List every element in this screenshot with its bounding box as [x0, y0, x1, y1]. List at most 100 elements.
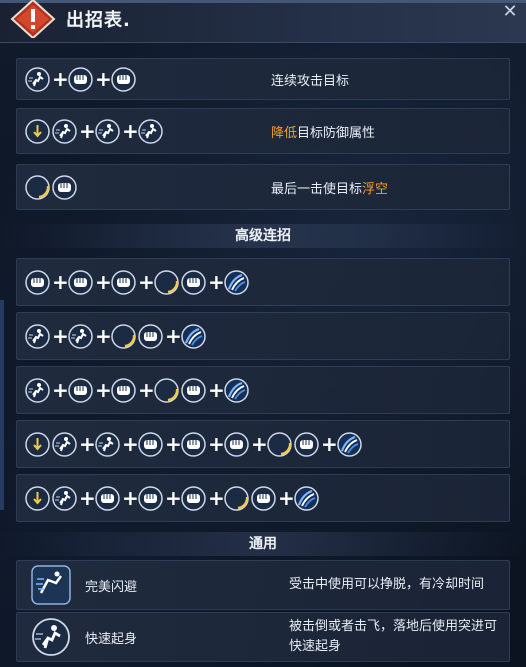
- page-title: 出招表.: [66, 10, 131, 31]
- fist-icon: [95, 485, 120, 511]
- general-skill-row: 完美闪避 受击中使用可以挣脱，有冷却时间: [16, 560, 510, 610]
- plus-sign: +: [52, 270, 69, 294]
- sweep-arc-icon: [154, 269, 179, 295]
- description-text: 连续攻击目标: [271, 73, 350, 89]
- dash-icon: [138, 118, 163, 144]
- general-skill-row: 快速起身 被击倒或者击飞，落地后使用突进可快速起身: [16, 612, 510, 662]
- dash-icon: [25, 323, 50, 349]
- combo-sequence: + + + + + +: [25, 421, 362, 467]
- close-icon[interactable]: ✕: [500, 2, 520, 22]
- dash-icon: [52, 485, 77, 511]
- plus-sign: +: [138, 378, 155, 402]
- fist-icon: [251, 485, 276, 511]
- plus-sign: +: [95, 270, 112, 294]
- combo-sequence: [25, 165, 77, 209]
- plus-sign: +: [321, 432, 338, 456]
- plus-sign: +: [138, 270, 155, 294]
- slash-wave-icon: [294, 485, 319, 511]
- dash-icon: [25, 66, 50, 92]
- skill-description: 被击倒或者击飞，落地后使用突进可快速起身: [289, 619, 498, 654]
- fist-icon: [138, 323, 163, 349]
- highlight-text: 降低: [271, 125, 298, 141]
- plus-sign: +: [79, 432, 96, 456]
- plus-sign: +: [278, 486, 295, 510]
- combo-sequence: + + + + +: [25, 475, 319, 521]
- fist-icon: [68, 269, 93, 295]
- skill-description: 受击中使用可以挣脱，有冷却时间: [289, 577, 485, 592]
- down-arrow-icon: [25, 485, 50, 511]
- highlight-text: 浮空: [362, 181, 389, 197]
- fist-icon: [138, 431, 163, 457]
- quick-recovery-icon: [31, 617, 71, 657]
- sweep-arc-icon: [25, 174, 50, 200]
- fist-icon: [138, 485, 163, 511]
- dash-icon: [68, 323, 93, 349]
- slash-wave-icon: [337, 431, 362, 457]
- dash-icon: [52, 118, 77, 144]
- plus-sign: +: [208, 270, 225, 294]
- alert-diamond-icon: [10, 0, 56, 40]
- section-title-advanced: 高级连招: [0, 224, 526, 248]
- plus-sign: +: [122, 486, 139, 510]
- dash-icon: [95, 431, 120, 457]
- plus-sign: +: [122, 119, 139, 143]
- description-text: 目标防御属性: [297, 125, 376, 141]
- combo-description: 连续攻击目标: [271, 59, 349, 99]
- sweep-arc-icon: [154, 377, 179, 403]
- fist-icon: [68, 377, 93, 403]
- plus-sign: +: [79, 486, 96, 510]
- perfect-dodge-icon: [31, 565, 71, 605]
- combo-sequence: + + + +: [25, 259, 249, 305]
- combo-sequence: + +: [25, 59, 136, 99]
- combo-sequence: + +: [25, 109, 163, 153]
- fist-icon: [111, 269, 136, 295]
- plus-sign: +: [95, 378, 112, 402]
- plus-sign: +: [165, 486, 182, 510]
- slash-wave-icon: [224, 377, 249, 403]
- fist-icon: [294, 431, 319, 457]
- fist-icon: [52, 174, 77, 200]
- plus-sign: +: [208, 486, 225, 510]
- advanced-combo-row: + + + +: [16, 258, 510, 306]
- basic-combo-row: + + 降低 目标防御属性: [16, 108, 510, 154]
- basic-combo-row: 最后一击使目标 浮空: [16, 164, 510, 210]
- fist-icon: [181, 269, 206, 295]
- advanced-combo-row: + + +: [16, 312, 510, 360]
- basic-combo-row: + + 连续攻击目标: [16, 58, 510, 100]
- plus-sign: +: [52, 378, 69, 402]
- fist-icon: [181, 431, 206, 457]
- fist-icon: [181, 377, 206, 403]
- fist-icon: [111, 66, 136, 92]
- down-arrow-icon: [25, 431, 50, 457]
- plus-sign: +: [52, 67, 69, 91]
- combo-sequence: + + + +: [25, 367, 249, 413]
- plus-sign: +: [95, 324, 112, 348]
- plus-sign: +: [165, 432, 182, 456]
- title-bar: 出招表. ✕: [0, 0, 526, 43]
- combo-description: 最后一击使目标 浮空: [271, 165, 388, 209]
- skill-name: 完美闪避: [85, 579, 138, 595]
- fist-icon: [224, 431, 249, 457]
- advanced-combo-row: + + + + + +: [16, 420, 510, 468]
- side-decoration: [0, 300, 4, 510]
- combo-sequence: + + +: [25, 313, 206, 359]
- description-text: 最后一击使目标: [271, 181, 363, 197]
- dash-icon: [95, 118, 120, 144]
- plus-sign: +: [122, 432, 139, 456]
- dash-icon: [25, 377, 50, 403]
- fist-icon: [25, 269, 50, 295]
- plus-sign: +: [95, 67, 112, 91]
- skill-name: 快速起身: [85, 631, 138, 647]
- plus-sign: +: [165, 324, 182, 348]
- sweep-arc-icon: [267, 431, 292, 457]
- slash-wave-icon: [181, 323, 206, 349]
- fist-icon: [68, 66, 93, 92]
- fist-icon: [181, 485, 206, 511]
- advanced-combo-row: + + + +: [16, 366, 510, 414]
- section-title-general: 通用: [0, 532, 526, 556]
- title-bar-accent: [0, 0, 526, 3]
- sweep-arc-icon: [111, 323, 136, 349]
- down-arrow-icon: [25, 118, 50, 144]
- plus-sign: +: [79, 119, 96, 143]
- dash-icon: [52, 431, 77, 457]
